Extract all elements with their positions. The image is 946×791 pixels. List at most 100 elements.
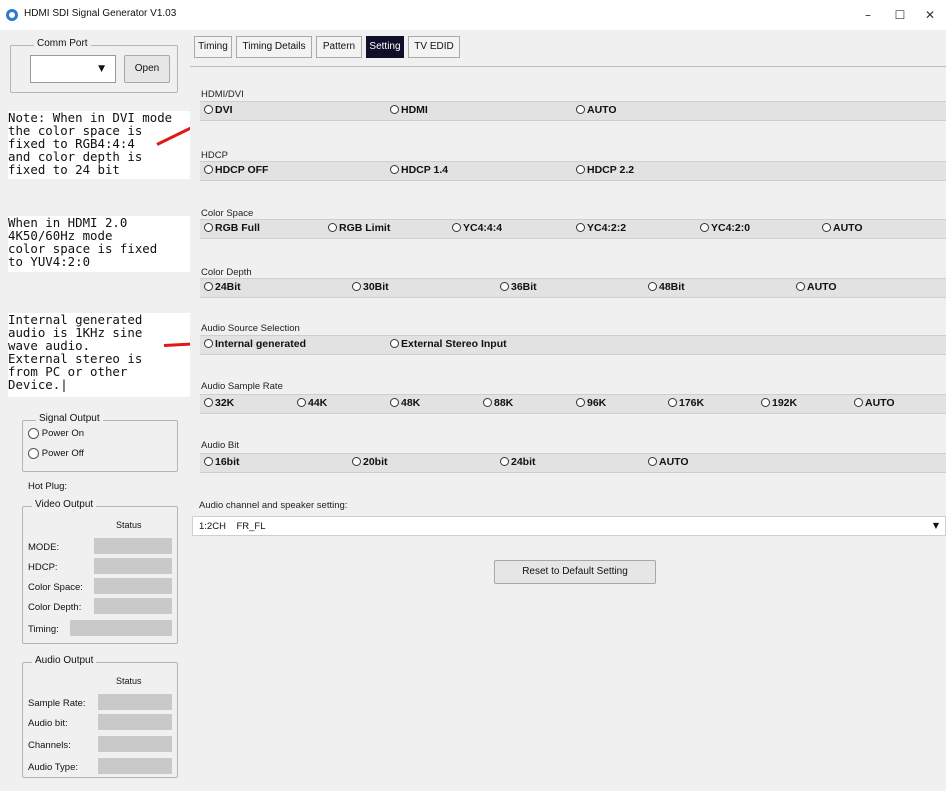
hdmi-radio[interactable]: HDMI	[390, 104, 428, 116]
internal-generated-radio[interactable]: Internal generated	[204, 338, 306, 350]
chevron-down-icon: ▼	[932, 521, 939, 530]
sample-rate-field	[98, 694, 172, 710]
yc444-radio[interactable]: YC4:4:4	[452, 222, 502, 234]
timing-label: Timing:	[28, 624, 59, 635]
channels-field	[98, 736, 172, 752]
signal-output-label: Signal Output	[36, 413, 103, 424]
radio-circle-icon	[822, 223, 831, 232]
radio-circle-icon	[28, 448, 39, 459]
video-output-label: Video Output	[32, 499, 97, 510]
hdcp-14-radio[interactable]: HDCP 1.4	[390, 164, 448, 176]
depth-36bit-radio[interactable]: 36Bit	[500, 281, 537, 293]
hdcp-row: HDCP OFF HDCP 1.4 HDCP 2.2	[200, 161, 946, 181]
radio-circle-icon	[390, 105, 399, 114]
hdmi-label: HDMI	[401, 104, 428, 116]
color-space-field	[94, 578, 172, 594]
dvi-radio[interactable]: DVI	[204, 104, 233, 116]
rgb-limit-radio[interactable]: RGB Limit	[328, 222, 390, 234]
timing-field	[70, 620, 172, 636]
reset-default-button[interactable]: Reset to Default Setting	[494, 560, 656, 584]
rate-176k-radio[interactable]: 176K	[668, 397, 704, 409]
tab-pattern[interactable]: Pattern	[316, 36, 362, 58]
rate-96k-radio[interactable]: 96K	[576, 397, 606, 409]
hdcp-label: HDCP:	[28, 562, 58, 573]
depth-48bit-radio[interactable]: 48Bit	[648, 281, 685, 293]
tab-tv-edid[interactable]: TV EDID	[408, 36, 460, 58]
depth-auto-radio[interactable]: AUTO	[796, 281, 837, 293]
tab-setting[interactable]: Setting	[366, 36, 404, 58]
depth-auto-label: AUTO	[807, 281, 837, 293]
audio-source-row: Internal generated External Stereo Input	[200, 335, 946, 355]
bit-16-radio[interactable]: 16bit	[204, 456, 240, 468]
auto-radio[interactable]: AUTO	[576, 104, 617, 116]
radio-circle-icon	[576, 223, 585, 232]
sample-rate-label: Sample Rate:	[28, 698, 86, 709]
radio-circle-icon	[483, 398, 492, 407]
radio-circle-icon	[854, 398, 863, 407]
external-stereo-label: External Stereo Input	[401, 338, 507, 350]
depth-24bit-radio[interactable]: 24Bit	[204, 281, 241, 293]
bit-16-label: 16bit	[215, 456, 240, 468]
hdcp-section-label: HDCP	[201, 150, 228, 161]
rate-32k-radio[interactable]: 32K	[204, 397, 234, 409]
radio-circle-icon	[352, 457, 361, 466]
rate-auto-radio[interactable]: AUTO	[854, 397, 895, 409]
power-off-radio[interactable]: Power Off	[28, 448, 84, 459]
external-stereo-radio[interactable]: External Stereo Input	[390, 338, 507, 350]
close-button[interactable]: ✕	[918, 6, 942, 24]
yc444-label: YC4:4:4	[463, 222, 503, 234]
radio-circle-icon	[204, 339, 213, 348]
yc422-label: YC4:2:2	[587, 222, 627, 234]
minimize-button[interactable]: –	[856, 6, 880, 24]
maximize-button[interactable]: ☐	[888, 6, 912, 24]
rate-88k-radio[interactable]: 88K	[483, 397, 513, 409]
audio-channel-label: Audio channel and speaker setting:	[199, 500, 348, 511]
audio-channel-select[interactable]: 1:2CH FR_FL ▼	[192, 516, 946, 536]
power-on-radio[interactable]: Power On	[28, 428, 84, 439]
hdcp-14-label: HDCP 1.4	[401, 164, 449, 176]
audio-sample-rate-label: Audio Sample Rate	[201, 381, 283, 392]
tab-timing-details[interactable]: Timing Details	[236, 36, 312, 58]
power-off-label: Power Off	[41, 448, 84, 460]
color-space-row: RGB Full RGB Limit YC4:4:4 YC4:2:2 YC4:2…	[200, 219, 946, 239]
depth-30bit-radio[interactable]: 30Bit	[352, 281, 389, 293]
color-depth-row: 24Bit 30Bit 36Bit 48Bit AUTO	[200, 278, 946, 298]
note-dvi: Note: When in DVI mode the color space i…	[8, 111, 194, 179]
yc420-radio[interactable]: YC4:2:0	[700, 222, 750, 234]
radio-circle-icon	[500, 282, 509, 291]
radio-circle-icon	[761, 398, 770, 407]
radio-circle-icon	[576, 165, 585, 174]
color-depth-label: Color Depth:	[28, 602, 82, 613]
bit-20-radio[interactable]: 20bit	[352, 456, 388, 468]
hdcp-off-radio[interactable]: HDCP OFF	[204, 164, 268, 176]
radio-circle-icon	[204, 398, 213, 407]
radio-circle-icon	[28, 428, 39, 439]
depth-24bit-label: 24Bit	[215, 281, 241, 293]
color-space-auto-radio[interactable]: AUTO	[822, 222, 863, 234]
radio-circle-icon	[500, 457, 509, 466]
rate-44k-radio[interactable]: 44K	[297, 397, 327, 409]
note-hdmi: When in HDMI 2.0 4K50/60Hz mode color sp…	[8, 216, 194, 272]
radio-circle-icon	[700, 223, 709, 232]
radio-circle-icon	[576, 398, 585, 407]
bit-auto-radio[interactable]: AUTO	[648, 456, 689, 468]
rate-192k-radio[interactable]: 192K	[761, 397, 797, 409]
note-audio: Internal generated audio is 1KHz sine wa…	[8, 313, 194, 397]
hdcp-22-radio[interactable]: HDCP 2.2	[576, 164, 634, 176]
rate-auto-label: AUTO	[865, 397, 895, 409]
bit-24-radio[interactable]: 24bit	[500, 456, 536, 468]
open-button[interactable]: Open	[124, 55, 170, 83]
rate-48k-radio[interactable]: 48K	[390, 397, 420, 409]
audio-type-field	[98, 758, 172, 774]
radio-circle-icon	[452, 223, 461, 232]
color-space-section-label: Color Space	[201, 208, 254, 219]
color-space-auto-label: AUTO	[833, 222, 863, 234]
comm-port-select[interactable]: ▼	[30, 55, 116, 83]
tab-timing[interactable]: Timing	[194, 36, 232, 58]
yc422-radio[interactable]: YC4:2:2	[576, 222, 626, 234]
rgb-full-radio[interactable]: RGB Full	[204, 222, 260, 234]
title-bar: HDMI SDI Signal Generator V1.03 – ☐ ✕	[0, 0, 946, 30]
radio-circle-icon	[204, 223, 213, 232]
radio-circle-icon	[352, 282, 361, 291]
bit-24-label: 24bit	[511, 456, 536, 468]
